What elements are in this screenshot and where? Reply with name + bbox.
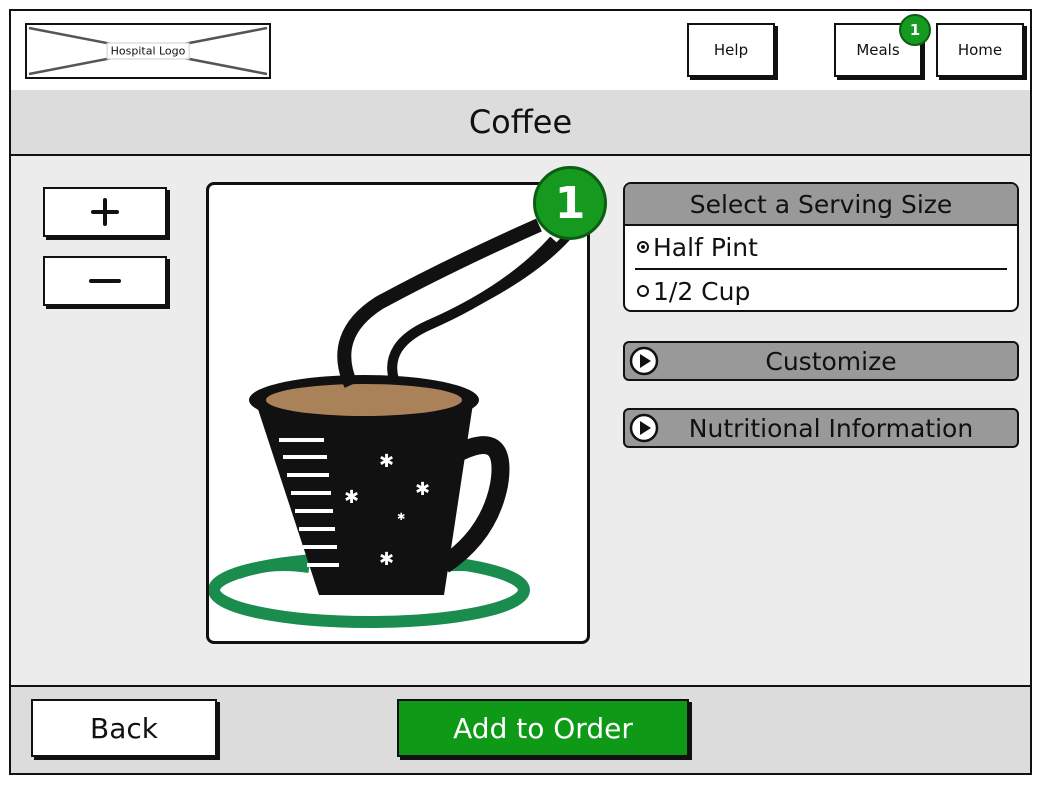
svg-text:✱: ✱ <box>379 451 394 472</box>
footer-bar: Back Add to Order <box>11 685 1030 773</box>
svg-text:✱: ✱ <box>344 487 359 508</box>
steam-shape <box>337 218 542 388</box>
decrease-quantity-button[interactable] <box>43 256 167 306</box>
coffee-image-frame: ✱ ✱ ✱ ✱ ✱ <box>206 182 590 644</box>
nutritional-information-label: Nutritional Information <box>688 413 974 443</box>
back-label: Back <box>90 711 158 745</box>
meals-label: Meals <box>856 41 900 59</box>
home-button[interactable]: Home <box>936 23 1024 77</box>
svg-text:✱: ✱ <box>415 479 430 500</box>
meals-count-badge: 1 <box>899 14 931 46</box>
app-window: Hospital Logo Help Meals 1 Home Coffee ✱… <box>9 9 1032 775</box>
radio-selected-icon[interactable] <box>637 241 649 253</box>
add-to-order-button[interactable]: Add to Order <box>397 699 689 757</box>
serving-option-half-cup[interactable]: 1/2 Cup <box>625 270 1017 310</box>
svg-text:✱: ✱ <box>397 512 405 523</box>
top-bar: Hospital Logo Help Meals 1 Home <box>11 11 1030 92</box>
play-circle-icon <box>629 346 659 376</box>
coffee-surface-shape <box>266 384 462 416</box>
nutritional-information-toggle[interactable]: Nutritional Information <box>623 408 1019 448</box>
svg-text:✱: ✱ <box>379 549 394 570</box>
help-label: Help <box>713 41 749 59</box>
serving-option-label: 1/2 Cup <box>653 276 751 306</box>
increase-quantity-button[interactable] <box>43 187 167 237</box>
serving-size-panel: Select a Serving Size Half Pint 1/2 Cup <box>623 182 1019 312</box>
coffee-cup-image: ✱ ✱ ✱ ✱ ✱ <box>209 218 572 628</box>
serving-size-heading: Select a Serving Size <box>625 184 1017 226</box>
logo-label: Hospital Logo <box>106 42 190 60</box>
page-title: Coffee <box>468 103 573 141</box>
plus-icon <box>91 198 119 226</box>
serving-option-half-pint[interactable]: Half Pint <box>625 226 1017 268</box>
minus-icon <box>89 279 121 283</box>
customize-label: Customize <box>765 346 897 376</box>
hospital-logo: Hospital Logo <box>25 23 271 79</box>
home-label: Home <box>957 41 1003 59</box>
play-circle-icon <box>629 413 659 443</box>
add-to-order-label: Add to Order <box>453 711 633 745</box>
radio-unselected-icon[interactable] <box>637 285 649 297</box>
serving-option-label: Half Pint <box>653 232 758 262</box>
help-button[interactable]: Help <box>687 23 775 77</box>
item-count-badge: 1 <box>533 166 607 240</box>
page-title-bar: Coffee <box>11 90 1030 156</box>
customize-section-toggle[interactable]: Customize <box>623 341 1019 381</box>
back-button[interactable]: Back <box>31 699 217 757</box>
